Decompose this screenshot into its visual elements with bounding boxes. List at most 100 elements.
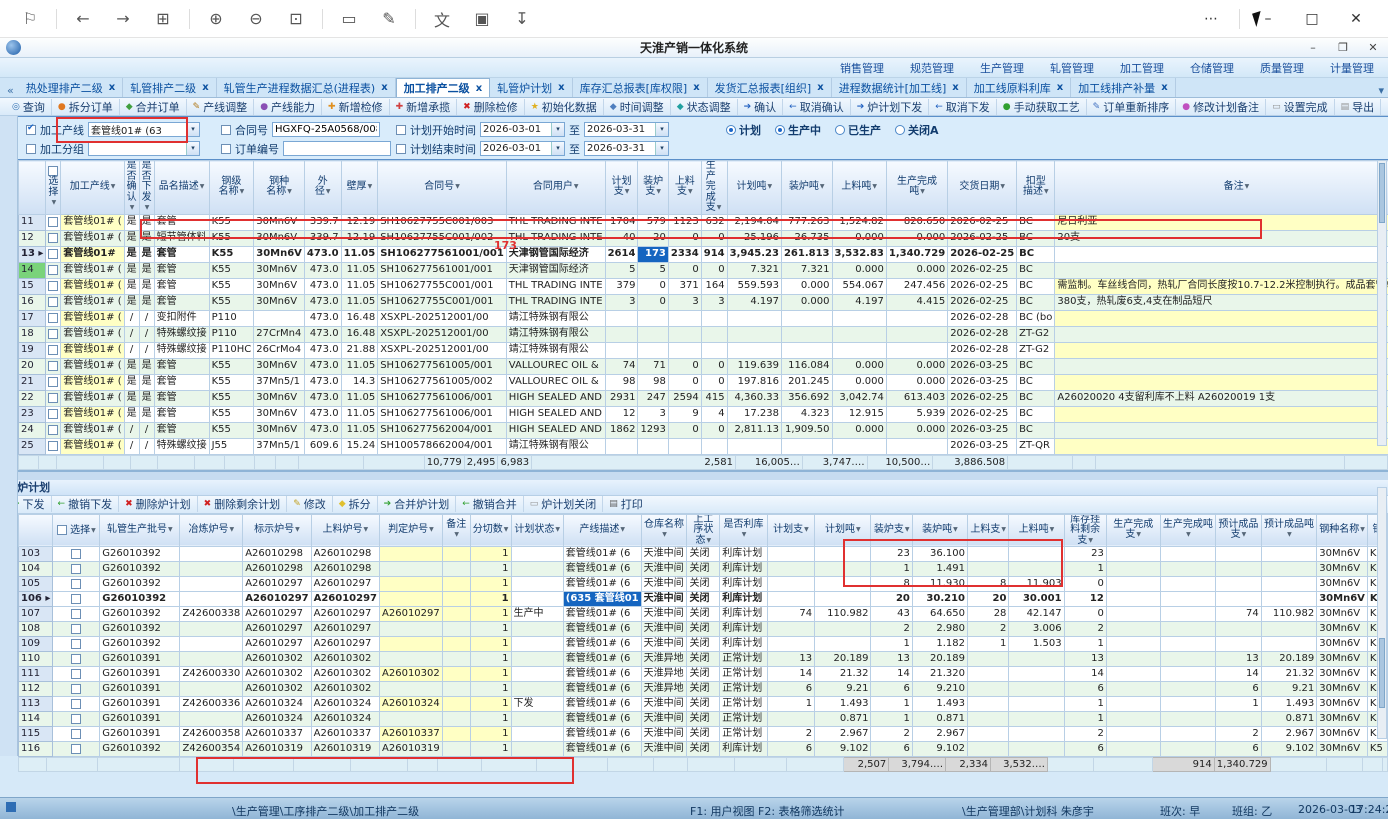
row-checkbox[interactable] xyxy=(71,579,81,589)
cell[interactable]: 914 xyxy=(701,246,727,262)
cell[interactable]: A26010324 xyxy=(380,697,443,712)
toolbar-button-炉计划下发[interactable]: ➔炉计划下发 xyxy=(850,99,929,115)
select-all-checkbox[interactable] xyxy=(48,166,58,176)
cell[interactable]: G26010392 xyxy=(100,622,180,637)
cell[interactable] xyxy=(701,438,727,454)
menu-item-加工管理[interactable]: 加工管理 xyxy=(1120,60,1164,76)
cell[interactable]: 0 xyxy=(668,262,701,278)
cell[interactable] xyxy=(638,438,668,454)
cell[interactable]: 特殊螺纹接 xyxy=(154,326,209,342)
cell[interactable]: 1 xyxy=(470,652,511,667)
cell[interactable]: 靖江特殊钢有限公 xyxy=(506,342,605,358)
cell[interactable]: 1.493 xyxy=(1261,697,1317,712)
cell[interactable] xyxy=(511,577,563,592)
cell[interactable]: 164 xyxy=(701,278,727,294)
cell[interactable]: 2,811.13 xyxy=(727,422,781,438)
table-row-20[interactable]: 20套管线01# (是是套管K5530Mn6V473.011.05SH10627… xyxy=(19,358,1388,374)
cell[interactable]: 9.102 xyxy=(815,742,871,757)
cell[interactable]: 30Mn6V xyxy=(1317,682,1368,697)
cell[interactable]: 380支，热轧废6支,4支在制品短尺 xyxy=(1055,294,1388,310)
cell[interactable]: 天淮中间 xyxy=(641,562,687,577)
cell[interactable] xyxy=(1055,438,1388,454)
cell[interactable]: 利库计划 xyxy=(720,562,768,577)
row-checkbox[interactable] xyxy=(71,549,81,559)
cell[interactable]: 1 xyxy=(470,742,511,757)
cell[interactable] xyxy=(832,438,886,454)
cell[interactable] xyxy=(1160,622,1216,637)
cell[interactable] xyxy=(815,637,871,652)
cell[interactable] xyxy=(442,652,470,667)
cell[interactable]: 1293 xyxy=(638,422,668,438)
col-header-备注[interactable]: 备注▼ xyxy=(1055,161,1388,215)
cell[interactable]: 套管线01# ( xyxy=(61,310,124,326)
cell[interactable]: 473.0 xyxy=(304,326,341,342)
cell[interactable]: 套管线01# ( xyxy=(61,342,124,358)
cell[interactable] xyxy=(380,577,443,592)
cell[interactable] xyxy=(767,622,814,637)
cell[interactable]: 74 xyxy=(605,358,638,374)
cell[interactable]: 0 xyxy=(638,278,668,294)
cell[interactable]: THL TRADING INTE xyxy=(506,294,605,310)
cell[interactable]: 1 xyxy=(1064,562,1106,577)
cell[interactable]: 30Mn6V xyxy=(1317,577,1368,592)
contract-filter-checkbox[interactable] xyxy=(221,125,231,135)
cell[interactable]: SH100578662004/001 xyxy=(378,438,507,454)
cell[interactable]: 30Mn6V xyxy=(254,262,305,278)
cell[interactable]: 30Mn6V xyxy=(1317,712,1368,727)
cell[interactable]: HIGH SEALED AND xyxy=(506,390,605,406)
cell[interactable] xyxy=(1160,637,1216,652)
toolbar-button-时间调整[interactable]: ◆时间调整 xyxy=(603,99,670,115)
filter-funnel-icon[interactable]: ▼ xyxy=(717,204,722,211)
filter-funnel-icon[interactable]: ▼ xyxy=(856,526,861,533)
cell[interactable]: 0.871 xyxy=(815,712,871,727)
menu-item-仓储管理[interactable]: 仓储管理 xyxy=(1190,60,1234,76)
table-row-112[interactable]: 112G26010391A26010302A260103021套管线01# (6… xyxy=(19,682,1388,697)
col-header-计划支[interactable]: 计划 支▼ xyxy=(605,161,638,215)
cell[interactable]: 2026-02-25 xyxy=(948,390,1017,406)
col-header-冶炼炉号[interactable]: 冶炼炉号▼ xyxy=(180,514,243,547)
cell[interactable]: 9.21 xyxy=(815,682,871,697)
tab-close-icon[interactable]: x xyxy=(1161,82,1167,93)
cell[interactable] xyxy=(1160,607,1216,622)
cell[interactable]: 1862 xyxy=(605,422,638,438)
row-checkbox[interactable] xyxy=(48,377,58,387)
cell[interactable] xyxy=(1160,697,1216,712)
toolbar-button-删除检修[interactable]: ✖删除检修 xyxy=(456,99,524,115)
cell[interactable] xyxy=(727,438,781,454)
cell[interactable]: 下发 xyxy=(511,697,563,712)
cell[interactable] xyxy=(380,712,443,727)
cell[interactable]: 17.238 xyxy=(727,406,781,422)
col-header-标示炉号[interactable]: 标示炉号▼ xyxy=(243,514,311,547)
filter-funnel-icon[interactable]: ▼ xyxy=(1360,526,1365,533)
cell[interactable]: 37Mn5/1 xyxy=(254,438,305,454)
cell[interactable] xyxy=(668,310,701,326)
cell[interactable]: 0.000 xyxy=(886,262,947,278)
row-number[interactable]: 15 xyxy=(19,278,46,294)
cell[interactable] xyxy=(254,310,305,326)
cell[interactable]: 套管线01# (6 xyxy=(563,667,641,682)
filter-funnel-icon[interactable]: ▼ xyxy=(1287,531,1292,538)
cell[interactable] xyxy=(1055,310,1388,326)
cell[interactable]: 11.05 xyxy=(341,294,378,310)
cell[interactable]: 套管 xyxy=(154,422,209,438)
cell[interactable]: 30Mn6V xyxy=(1317,652,1368,667)
cell[interactable]: 356.692 xyxy=(781,390,832,406)
cell[interactable] xyxy=(1106,682,1160,697)
table-row-19[interactable]: 19套管线01# (//特殊螺纹接P110HC26CrMo4473.021.88… xyxy=(19,342,1388,358)
cell[interactable]: 3 xyxy=(605,294,638,310)
cell[interactable]: 2026-02-25 xyxy=(948,294,1017,310)
cell[interactable]: 30Mn6V xyxy=(1317,622,1368,637)
cell[interactable] xyxy=(1160,652,1216,667)
cell[interactable]: 0.000 xyxy=(832,422,886,438)
cell[interactable]: 30Mn6V xyxy=(1317,637,1368,652)
cell[interactable]: 201.245 xyxy=(781,374,832,390)
cell[interactable]: 利库计划 xyxy=(720,637,768,652)
cell[interactable]: 11.05 xyxy=(341,390,378,406)
col-header-上料支[interactable]: 上料 支▼ xyxy=(668,161,701,215)
cell[interactable] xyxy=(832,326,886,342)
cell[interactable]: A26010297 xyxy=(243,577,311,592)
row-checkbox[interactable] xyxy=(48,313,58,323)
row-checkbox[interactable] xyxy=(48,265,58,275)
cell[interactable] xyxy=(1216,592,1262,607)
cell[interactable]: 11.05 xyxy=(341,406,378,422)
